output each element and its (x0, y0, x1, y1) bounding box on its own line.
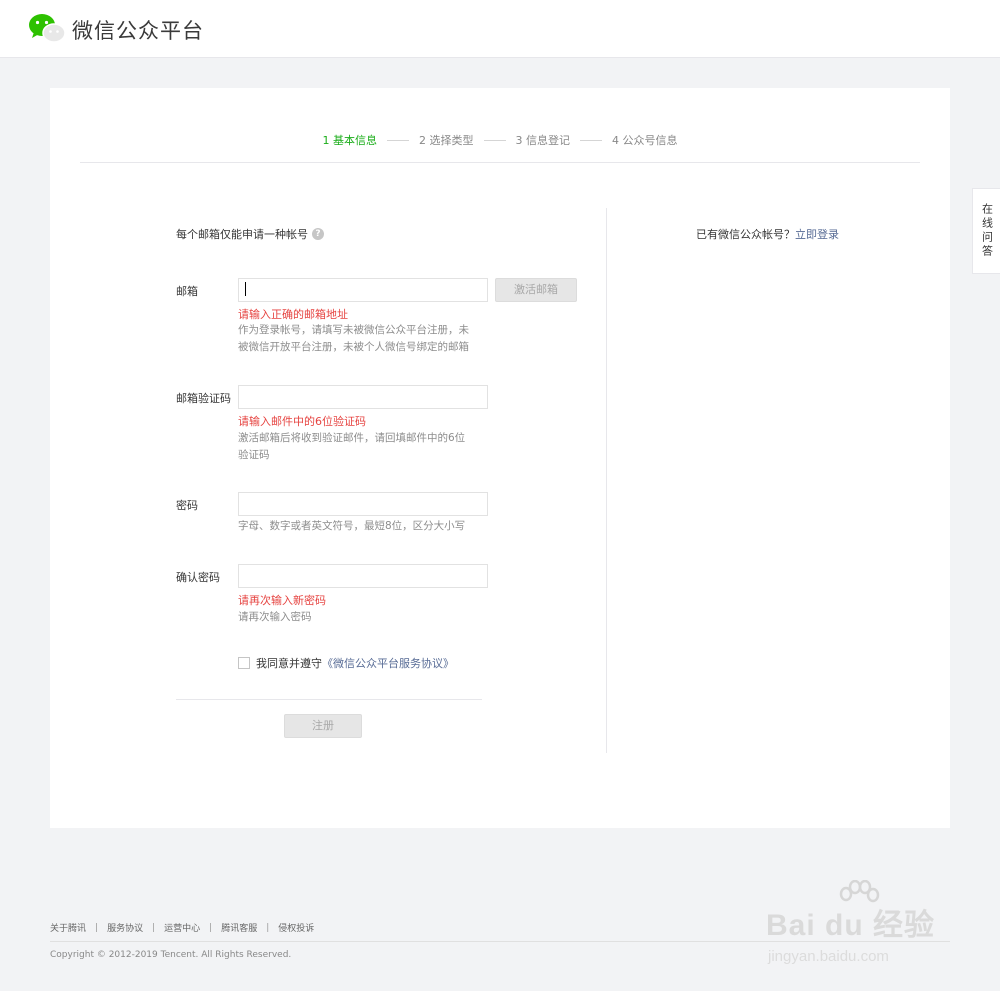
notice-text: 每个邮箱仅能申请一种帐号 (176, 228, 308, 241)
register-button[interactable]: 注册 (284, 714, 362, 738)
footer-link-about[interactable]: 关于腾讯 (50, 921, 86, 934)
step-connector (387, 139, 409, 141)
email-error: 请输入正确的邮箱地址 (238, 308, 348, 321)
footer-separator: | (209, 922, 213, 933)
footer-link-complaint[interactable]: 侵权投诉 (278, 921, 314, 934)
footer-separator: | (152, 922, 156, 933)
watermark-url: jingyan.baidu.com (768, 948, 889, 965)
column-divider (606, 208, 607, 753)
step-progress: 1 基本信息 2 选择类型 3 信息登记 4 公众号信息 (50, 132, 950, 148)
online-qa-tab[interactable]: 在线问答 (972, 188, 1000, 274)
steps-divider (80, 162, 920, 163)
step-account-info: 4 公众号信息 (612, 134, 678, 147)
text-caret (245, 282, 246, 296)
login-hint-text: 已有微信公众帐号？ (696, 228, 795, 241)
code-label: 邮箱验证码 (176, 392, 231, 405)
code-tip: 激活邮箱后将收到验证邮件，请回填邮件中的6位验证码 (238, 432, 466, 461)
form-divider (176, 699, 482, 700)
wechat-logo-icon[interactable] (28, 12, 66, 46)
step-basic-info: 1 基本信息 (322, 134, 378, 147)
password-input[interactable] (238, 492, 488, 516)
service-agreement-link[interactable]: 《微信公众平台服务协议》 (322, 655, 454, 671)
confirm-password-input[interactable] (238, 564, 488, 588)
copyright-text: Copyright © 2012-2019 Tencent. All Right… (50, 950, 292, 960)
confirm-password-error: 请再次输入新密码 (238, 594, 326, 607)
agreement-text: 我同意并遵守 (256, 657, 322, 670)
top-header: 微信公众平台 (0, 0, 1000, 58)
footer-links: 关于腾讯 | 服务协议 | 运营中心 | 腾讯客服 | 侵权投诉 (50, 921, 314, 935)
footer-separator: | (266, 922, 270, 933)
email-tip: 作为登录帐号，请填写未被微信公众平台注册，未被微信开放平台注册，未被个人微信号绑… (238, 324, 469, 353)
step-connector (483, 139, 506, 141)
footer-link-operation-center[interactable]: 运营中心 (164, 921, 200, 934)
verification-code-input[interactable] (238, 385, 488, 409)
login-hint: 已有微信公众帐号？立即登录 (696, 226, 839, 242)
password-tip: 字母、数字或者英文符号，最短8位，区分大小写 (238, 520, 466, 532)
register-card: 1 基本信息 2 选择类型 3 信息登记 4 公众号信息 每个邮箱仅能申请一种帐… (50, 88, 950, 828)
one-account-notice: 每个邮箱仅能申请一种帐号 ? (176, 226, 324, 242)
step-select-type: 2 选择类型 (419, 134, 474, 147)
footer-link-customer-service[interactable]: 腾讯客服 (221, 921, 257, 934)
help-icon[interactable]: ? (312, 228, 324, 240)
agreement-checkbox[interactable] (238, 657, 250, 669)
confirm-password-label: 确认密码 (176, 571, 220, 584)
footer-link-service-agreement[interactable]: 服务协议 (107, 921, 143, 934)
login-now-link[interactable]: 立即登录 (795, 228, 839, 241)
password-label: 密码 (176, 499, 198, 512)
step-connector (580, 139, 602, 141)
code-error: 请输入邮件中的6位验证码 (238, 415, 366, 428)
activate-email-button[interactable]: 激活邮箱 (495, 278, 577, 302)
confirm-password-tip: 请再次输入密码 (238, 611, 312, 623)
email-input[interactable] (238, 278, 488, 302)
step-info-register: 3 信息登记 (515, 134, 571, 147)
email-label: 邮箱 (176, 285, 198, 298)
footer-separator: | (95, 922, 99, 933)
agreement-row: 我同意并遵守 《微信公众平台服务协议》 (238, 655, 454, 671)
brand-title[interactable]: 微信公众平台 (72, 15, 204, 45)
watermark-logo-text: Bai du 经验 (766, 909, 936, 942)
